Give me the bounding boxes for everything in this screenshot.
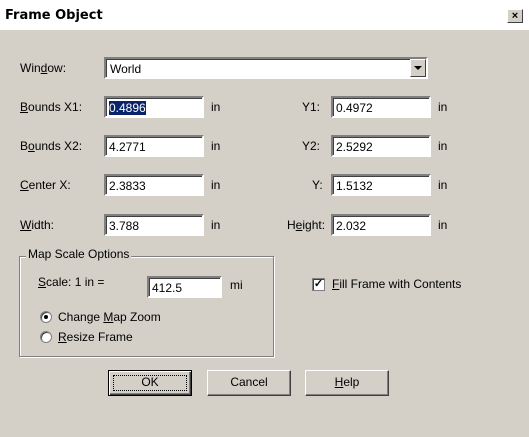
height-input[interactable]: 2.032 [331, 214, 431, 236]
bounds-x1-unit: in [211, 100, 221, 114]
resize-frame-radio[interactable] [40, 331, 52, 343]
bounds-x1-label: Bounds X1: [20, 100, 83, 114]
change-map-zoom-label[interactable]: Change Map Zoom [58, 310, 161, 324]
cancel-button[interactable]: Cancel [207, 370, 291, 396]
window-select[interactable]: World [104, 57, 428, 79]
fill-frame-label[interactable]: Fill Frame with Contents [332, 277, 461, 291]
center-x-input[interactable]: 2.3833 [104, 174, 204, 196]
center-y-unit: in [438, 178, 448, 192]
scale-input[interactable]: 412.5 [147, 276, 222, 298]
bounds-x2-label: Bounds X2: [20, 139, 83, 153]
fill-frame-checkbox[interactable]: ✓ [312, 278, 325, 291]
y1-unit: in [438, 100, 448, 114]
center-y-label: Y: [312, 178, 323, 192]
height-label: Height: [287, 218, 326, 232]
height-unit: in [438, 218, 448, 232]
window-select-value: World [110, 62, 142, 76]
width-unit: in [211, 218, 221, 232]
width-input[interactable]: 3.788 [104, 214, 204, 236]
chevron-down-icon[interactable] [410, 59, 426, 77]
bounds-x1-input[interactable]: 0.4896 [104, 96, 204, 118]
center-x-label: Center X: [20, 178, 71, 192]
scale-unit: mi [230, 278, 243, 292]
help-button[interactable]: Help [305, 370, 389, 396]
window-label: Window: [20, 61, 67, 75]
width-label: Width: [20, 218, 55, 232]
center-y-input[interactable]: 1.5132 [331, 174, 431, 196]
title-bar: Frame Object × [0, 0, 529, 30]
bounds-x1-value: 0.4896 [109, 101, 146, 115]
y1-label: Y1: [302, 100, 321, 114]
y2-label: Y2: [302, 139, 321, 153]
close-icon[interactable]: × [507, 9, 523, 23]
y1-input[interactable]: 0.4972 [331, 96, 431, 118]
y2-unit: in [438, 139, 448, 153]
y2-input[interactable]: 2.5292 [331, 135, 431, 157]
center-x-unit: in [211, 178, 221, 192]
resize-frame-label[interactable]: Resize Frame [58, 330, 133, 344]
scale-label: Scale: 1 in = [38, 275, 105, 289]
dialog-title: Frame Object [5, 8, 103, 23]
ok-button[interactable]: OK [108, 370, 192, 396]
map-scale-group-title: Map Scale Options [26, 247, 132, 261]
bounds-x2-unit: in [211, 139, 221, 153]
change-map-zoom-radio[interactable] [40, 311, 52, 323]
bounds-x2-input[interactable]: 4.2771 [104, 135, 204, 157]
ok-button-label: OK [141, 375, 159, 389]
